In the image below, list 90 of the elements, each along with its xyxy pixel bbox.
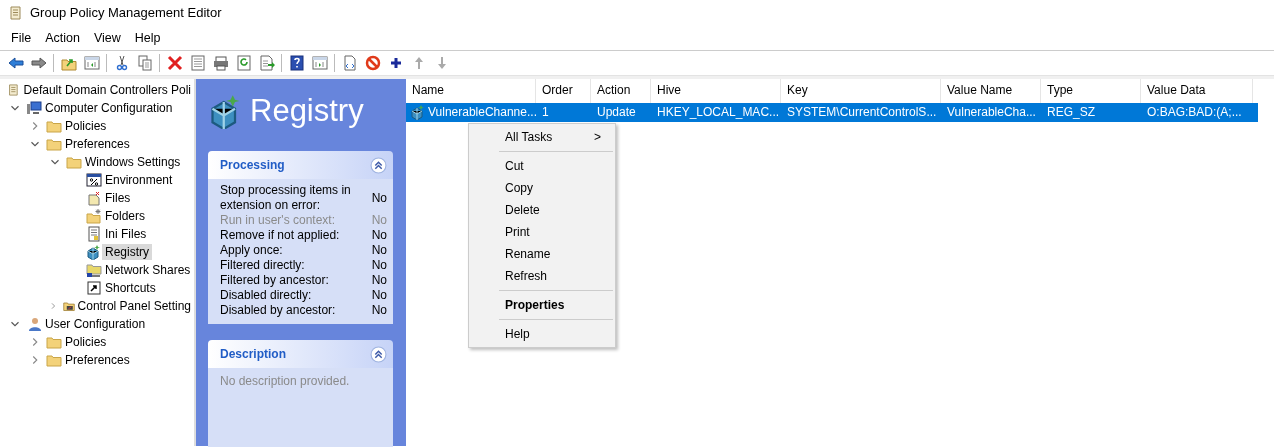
table-cell-text: Update [596, 104, 637, 121]
property-value: No [370, 228, 387, 243]
tree-item[interactable]: Folders [102, 208, 148, 224]
property-value: No [370, 303, 387, 318]
tree-item[interactable]: Computer Configuration [42, 100, 176, 116]
property-label: Apply once: [220, 243, 283, 258]
property-label: Disabled by ancestor: [220, 303, 336, 318]
copy-icon [136, 55, 153, 71]
pane-toggle-icon [311, 55, 328, 71]
tree-item[interactable]: Files [102, 190, 134, 206]
property-value: No [370, 273, 387, 288]
file-icon [86, 190, 102, 206]
tree-item[interactable]: Environment [102, 172, 176, 188]
menu-item[interactable]: Refresh [471, 265, 613, 287]
table-cell-text: REG_SZ [1046, 104, 1096, 121]
property-label: Filtered by ancestor: [220, 273, 329, 288]
tree-item[interactable]: Control Panel Setting [74, 298, 194, 314]
menu-item[interactable]: Rename [471, 243, 613, 265]
cubes-icon [86, 244, 102, 260]
back-arrow-icon [7, 55, 24, 71]
tree-item[interactable]: Policies [62, 334, 110, 350]
forward-arrow-icon [30, 55, 47, 71]
properties-icon [189, 55, 206, 71]
computer-icon [26, 100, 42, 116]
property-value: No [370, 243, 387, 258]
folder-icon [46, 334, 62, 350]
folder-icon [46, 352, 62, 368]
tree-item[interactable]: Preferences [62, 136, 133, 152]
property-value: No [370, 258, 387, 273]
menu-item[interactable]: Help [471, 323, 613, 345]
folder-icon [46, 118, 62, 134]
tree-item[interactable]: Shortcuts [102, 280, 159, 296]
menu-item[interactable]: Action [38, 28, 87, 48]
pane-title: Registry [250, 91, 364, 130]
tree-item[interactable]: Network Shares [102, 262, 194, 278]
collapse-icon[interactable] [370, 345, 387, 363]
document-icon [86, 226, 102, 242]
table-cell-text: O:BAG:BAD:(A;... [1146, 104, 1243, 121]
tree-item[interactable]: Default Domain Controllers Poli [20, 82, 194, 98]
table-cell-text: VulnerableCha... [946, 104, 1037, 121]
folder-icon [86, 208, 102, 224]
tree-item[interactable]: Registry [102, 244, 152, 260]
table-cell-text: VulnerableChanne... [427, 104, 536, 121]
menu-item[interactable]: File [4, 28, 39, 48]
collapse-icon[interactable] [370, 156, 387, 174]
cubes-icon [410, 104, 426, 120]
property-label: Filtered directly: [220, 258, 305, 273]
printer-icon [212, 55, 229, 71]
menu-item[interactable]: View [86, 28, 128, 48]
menu-item[interactable]: Cut [471, 155, 613, 177]
property-value: No [370, 190, 387, 206]
tree-item[interactable]: Windows Settings [82, 154, 184, 170]
property-label: Remove if not applied: [220, 228, 340, 243]
user-icon [26, 316, 42, 332]
scroll-icon [7, 82, 21, 98]
menu-item[interactable]: Print [471, 221, 613, 243]
network-folder-icon [86, 262, 102, 278]
description-text: No description provided. [220, 374, 350, 388]
folder-icon [46, 136, 62, 152]
property-label: Stop processing items in extension on error: [220, 183, 352, 213]
help-icon [288, 55, 305, 71]
tree-item[interactable]: Policies [62, 118, 110, 134]
table-row[interactable]: VulnerableChanne... 1 Update HKEY_LOCAL_MAC... SYSTEM\CurrentControlS... VulnerableCha... REG_SZ O:BAG:BAD:(A;... [406, 103, 1258, 122]
prohibited-icon [364, 55, 381, 71]
menu-item[interactable]: Copy [471, 177, 613, 199]
scroll-icon [8, 5, 24, 21]
table-cell-text: HKEY_LOCAL_MAC... [656, 104, 781, 121]
folder-icon [66, 154, 82, 170]
tree-item[interactable]: Preferences [62, 352, 133, 368]
document-code-icon [341, 55, 358, 71]
window-title: Group Policy Management Editor [30, 4, 222, 23]
pane-toggle-icon [83, 55, 100, 71]
menu-item[interactable]: Properties [471, 294, 613, 316]
table-cell-text: SYSTEM\CurrentControlS... [786, 104, 938, 121]
card-title: Description [220, 346, 286, 363]
menu-item[interactable]: All Tasks > [471, 126, 613, 148]
property-value: No [370, 213, 387, 228]
card-title: Processing [220, 157, 285, 174]
table-cell-text: 1 [541, 104, 550, 121]
menu-item[interactable]: Delete [471, 199, 613, 221]
property-label: Run in user's context: [220, 213, 335, 228]
percent-window-icon [86, 172, 102, 188]
tree-item[interactable]: Ini Files [102, 226, 150, 242]
export-icon [258, 55, 275, 71]
refresh-icon [235, 55, 252, 71]
tree-item[interactable]: User Configuration [42, 316, 149, 332]
property-value: No [370, 288, 387, 303]
property-label: Disabled directly: [220, 288, 312, 303]
delete-icon [166, 55, 183, 71]
menu-item[interactable]: Help [127, 28, 168, 48]
